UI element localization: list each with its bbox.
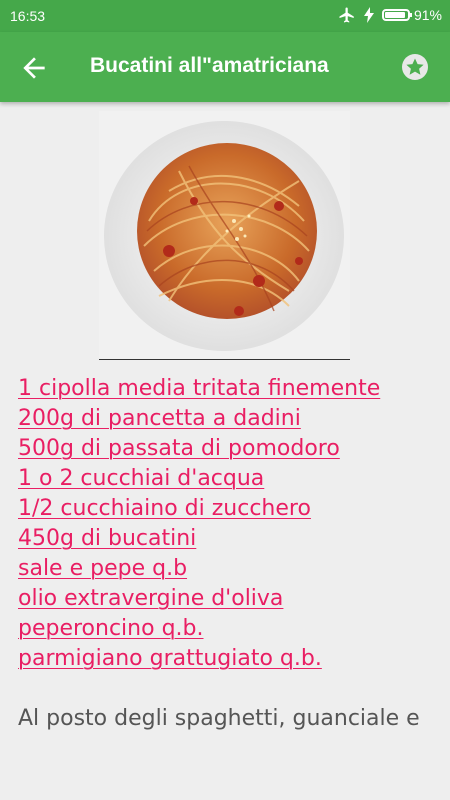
ingredient-link[interactable]: 1 o 2 cucchiai d'acqua <box>18 464 438 494</box>
ingredient-link[interactable]: 200g di pancetta a dadini <box>18 404 438 434</box>
ingredient-link[interactable]: 450g di bucatini <box>18 524 438 554</box>
battery-icon <box>381 9 412 21</box>
ingredient-link[interactable]: sale e pepe q.b <box>18 554 438 584</box>
spaghetti-photo <box>99 111 350 359</box>
recipe-note: Al posto degli spaghetti, guanciale e <box>18 706 420 731</box>
status-bar: 16:53 91% <box>0 0 450 32</box>
ingredient-link[interactable]: 500g di passata di pomodoro <box>18 434 438 464</box>
status-icons: 91% <box>338 6 442 24</box>
ingredient-link[interactable]: peperoncino q.b. <box>18 614 438 644</box>
airplane-icon <box>339 7 354 23</box>
ingredient-list: 1 cipolla media tritata finemente 200g di… <box>18 374 438 674</box>
status-time: 16:53 <box>10 8 46 24</box>
ingredient-link[interactable]: 1 cipolla media tritata finemente <box>18 374 438 404</box>
arrow-back-icon[interactable] <box>18 52 50 84</box>
app-toolbar: Bucatini all"amatricianа <box>0 32 450 102</box>
battery-indicator: 91% <box>381 7 442 23</box>
charging-icon <box>363 7 374 23</box>
ingredient-link[interactable]: 1/2 cucchiaino di zucchero <box>18 494 438 524</box>
page-title: Bucatini all"amatricianа <box>90 54 329 77</box>
recipe-photo <box>99 111 350 360</box>
ingredient-link[interactable]: parmigiano grattugiato q.b. <box>18 644 438 674</box>
battery-percent: 91% <box>413 7 442 23</box>
favorite-star-icon[interactable] <box>400 52 430 82</box>
ingredient-link[interactable]: olio extravergine d'oliva <box>18 584 438 614</box>
